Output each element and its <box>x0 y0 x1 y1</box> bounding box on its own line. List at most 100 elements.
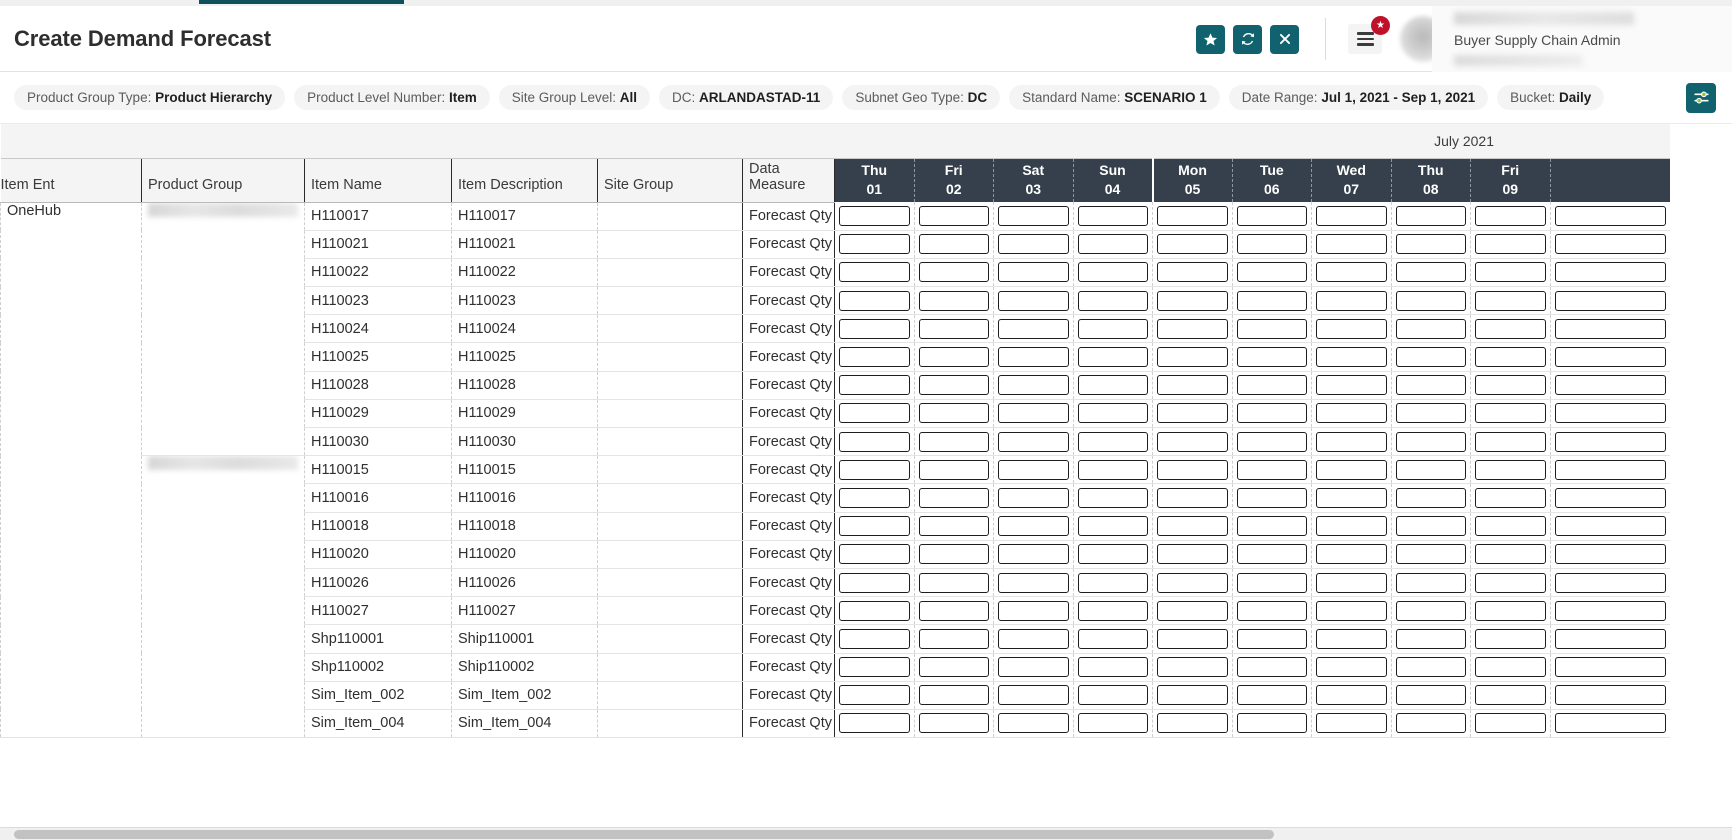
forecast-qty-input[interactable] <box>1078 347 1149 367</box>
forecast-qty-input[interactable] <box>919 262 990 282</box>
cell-forecast-qty[interactable] <box>1471 709 1551 737</box>
cell-forecast-qty[interactable] <box>1232 230 1312 258</box>
forecast-qty-input[interactable] <box>1555 488 1667 508</box>
grid-date-header[interactable]: Thu08 <box>1391 158 1471 202</box>
cell-forecast-qty[interactable] <box>994 709 1074 737</box>
cell-forecast-qty[interactable] <box>1471 428 1551 456</box>
cell-forecast-qty[interactable] <box>835 315 915 343</box>
forecast-qty-input[interactable] <box>1555 657 1667 677</box>
forecast-qty-input[interactable] <box>998 516 1069 536</box>
cell-forecast-qty[interactable] <box>1073 343 1153 371</box>
cell-forecast-qty[interactable] <box>994 681 1074 709</box>
forecast-qty-input[interactable] <box>1078 403 1149 423</box>
cell-forecast-qty[interactable] <box>1312 202 1392 230</box>
forecast-qty-input[interactable] <box>919 629 990 649</box>
cell-forecast-qty[interactable] <box>914 371 994 399</box>
cell-forecast-qty[interactable] <box>1232 343 1312 371</box>
forecast-qty-input[interactable] <box>1316 291 1387 311</box>
cell-forecast-qty[interactable] <box>1073 258 1153 286</box>
cell-forecast-qty[interactable] <box>914 202 994 230</box>
forecast-qty-input[interactable] <box>839 403 910 423</box>
forecast-qty-input[interactable] <box>839 319 910 339</box>
cell-forecast-qty[interactable] <box>1312 568 1392 596</box>
forecast-qty-input[interactable] <box>1396 573 1467 593</box>
forecast-qty-input[interactable] <box>1078 262 1149 282</box>
cell-forecast-qty-partial[interactable] <box>1550 371 1670 399</box>
forecast-qty-input[interactable] <box>919 601 990 621</box>
cell-forecast-qty[interactable] <box>1073 681 1153 709</box>
cell-forecast-qty[interactable] <box>1073 484 1153 512</box>
cell-forecast-qty[interactable] <box>994 399 1074 427</box>
forecast-qty-input[interactable] <box>1475 291 1546 311</box>
forecast-qty-input[interactable] <box>1157 460 1228 480</box>
cell-forecast-qty[interactable] <box>1153 709 1233 737</box>
forecast-qty-input[interactable] <box>998 713 1069 733</box>
cell-forecast-qty[interactable] <box>1153 512 1233 540</box>
forecast-qty-input[interactable] <box>839 685 910 705</box>
cell-forecast-qty[interactable] <box>914 484 994 512</box>
cell-forecast-qty[interactable] <box>1153 681 1233 709</box>
forecast-qty-input[interactable] <box>839 601 910 621</box>
cell-forecast-qty[interactable] <box>1153 399 1233 427</box>
cell-forecast-qty[interactable] <box>1232 202 1312 230</box>
forecast-qty-input[interactable] <box>919 488 990 508</box>
forecast-qty-input[interactable] <box>1237 488 1308 508</box>
grid-date-header[interactable]: Sat03 <box>994 158 1074 202</box>
forecast-qty-input[interactable] <box>839 713 910 733</box>
forecast-qty-input[interactable] <box>998 685 1069 705</box>
cell-forecast-qty[interactable] <box>1232 371 1312 399</box>
cell-forecast-qty[interactable] <box>1391 681 1471 709</box>
forecast-qty-input[interactable] <box>998 488 1069 508</box>
cell-forecast-qty-partial[interactable] <box>1550 399 1670 427</box>
cell-forecast-qty[interactable] <box>1312 625 1392 653</box>
favorite-button[interactable] <box>1196 25 1225 54</box>
cell-forecast-qty[interactable] <box>1073 230 1153 258</box>
forecast-qty-input[interactable] <box>1237 629 1308 649</box>
forecast-qty-input[interactable] <box>998 291 1069 311</box>
forecast-qty-input[interactable] <box>919 685 990 705</box>
cell-forecast-qty[interactable] <box>994 456 1074 484</box>
cell-forecast-qty[interactable] <box>914 597 994 625</box>
cell-forecast-qty[interactable] <box>1232 484 1312 512</box>
cell-forecast-qty[interactable] <box>835 709 915 737</box>
forecast-qty-input[interactable] <box>1396 713 1467 733</box>
forecast-qty-input[interactable] <box>1078 375 1149 395</box>
forecast-qty-input[interactable] <box>1157 488 1228 508</box>
forecast-qty-input[interactable] <box>1475 375 1546 395</box>
cell-forecast-qty[interactable] <box>1312 653 1392 681</box>
forecast-qty-input[interactable] <box>1396 291 1467 311</box>
forecast-qty-input[interactable] <box>919 319 990 339</box>
forecast-qty-input[interactable] <box>1078 206 1149 226</box>
cell-forecast-qty[interactable] <box>1312 709 1392 737</box>
forecast-qty-input[interactable] <box>1475 713 1546 733</box>
cell-forecast-qty[interactable] <box>1391 456 1471 484</box>
cell-forecast-qty[interactable] <box>1153 343 1233 371</box>
cell-forecast-qty[interactable] <box>1391 540 1471 568</box>
cell-forecast-qty[interactable] <box>1391 512 1471 540</box>
forecast-qty-input[interactable] <box>1237 403 1308 423</box>
forecast-qty-input[interactable] <box>1157 262 1228 282</box>
forecast-qty-input[interactable] <box>998 319 1069 339</box>
cell-forecast-qty[interactable] <box>914 230 994 258</box>
cell-forecast-qty[interactable] <box>1391 287 1471 315</box>
forecast-qty-input[interactable] <box>1396 657 1467 677</box>
cell-forecast-qty[interactable] <box>835 681 915 709</box>
forecast-qty-input[interactable] <box>1237 516 1308 536</box>
forecast-qty-input[interactable] <box>1237 685 1308 705</box>
forecast-qty-input[interactable] <box>919 516 990 536</box>
forecast-qty-input[interactable] <box>1396 544 1467 564</box>
cell-forecast-qty[interactable] <box>1312 399 1392 427</box>
forecast-qty-input[interactable] <box>1316 685 1387 705</box>
cell-forecast-qty[interactable] <box>1391 230 1471 258</box>
forecast-qty-input[interactable] <box>1555 291 1667 311</box>
cell-forecast-qty[interactable] <box>1471 540 1551 568</box>
forecast-qty-input[interactable] <box>1475 488 1546 508</box>
cell-forecast-qty[interactable] <box>835 230 915 258</box>
forecast-qty-input[interactable] <box>839 657 910 677</box>
cell-forecast-qty[interactable] <box>994 653 1074 681</box>
filter-chip[interactable]: Product Level Number: Item <box>294 85 490 110</box>
forecast-qty-input[interactable] <box>1237 432 1308 452</box>
cell-forecast-qty[interactable] <box>1471 653 1551 681</box>
filter-chip[interactable]: Product Group Type: Product Hierarchy <box>14 85 285 110</box>
forecast-qty-input[interactable] <box>1316 488 1387 508</box>
